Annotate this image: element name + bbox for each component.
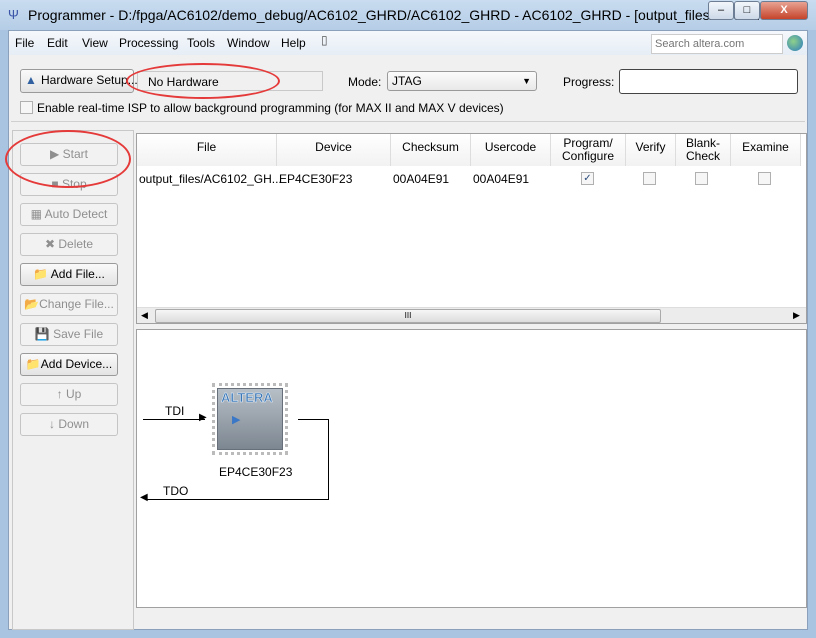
scrollbar-thumb[interactable]: III xyxy=(155,309,661,323)
verify-checkbox[interactable] xyxy=(643,172,656,185)
save-icon: 💾 xyxy=(34,327,50,341)
delete-label: Delete xyxy=(58,237,94,251)
close-button[interactable]: X xyxy=(760,1,808,20)
tdi-label: TDI xyxy=(165,404,185,418)
save-file-label: Save File xyxy=(53,327,104,341)
auto-detect-label: Auto Detect xyxy=(44,207,108,221)
main-window: File Edit View Processing Tools Window H… xyxy=(5,30,808,630)
delete-icon: ✖ xyxy=(44,237,56,251)
change-file-icon: 📂 xyxy=(24,297,40,311)
annotation-circle-hardware xyxy=(126,63,280,99)
chevron-down-icon: ▼ xyxy=(522,76,531,86)
row-file[interactable]: output_files/AC6102_GH... xyxy=(139,172,282,186)
scroll-right-icon[interactable]: ▶ xyxy=(793,310,800,321)
col-program[interactable]: Program/ Configure xyxy=(551,134,626,166)
add-device-label: Add Device... xyxy=(40,357,113,371)
delete-button[interactable]: ✖ Delete xyxy=(20,233,118,256)
menu-file[interactable]: File xyxy=(15,36,34,50)
window-title: Programmer - D:/fpga/AC6102/demo_debug/A… xyxy=(28,7,761,23)
jtag-chain-panel: TDI ▶ ALTERA ▶ EP4CE30F23 ◀ TDO xyxy=(136,329,807,608)
hardware-icon: ▲ xyxy=(25,73,37,87)
divider xyxy=(11,121,805,122)
menu-processing[interactable]: Processing xyxy=(119,36,178,50)
hardware-setup-label: Hardware Setup... xyxy=(41,73,138,87)
blank-check-checkbox[interactable] xyxy=(695,172,708,185)
search-input[interactable] xyxy=(651,34,783,54)
progress-label: Progress: xyxy=(563,75,615,89)
program-checkbox[interactable]: ✓ xyxy=(581,172,594,185)
col-device[interactable]: Device xyxy=(277,134,391,166)
tdo-label: TDO xyxy=(163,484,189,498)
row-usercode: 00A04E91 xyxy=(473,172,530,186)
col-examine[interactable]: Examine xyxy=(731,134,801,166)
add-device-icon: 📁 xyxy=(25,357,41,371)
scroll-left-icon[interactable]: ◀ xyxy=(141,310,148,321)
menu-view[interactable]: View xyxy=(82,36,108,50)
col-blank-check[interactable]: Blank- Check xyxy=(676,134,731,166)
play-icon: ▶ xyxy=(232,414,241,426)
auto-detect-icon: ▦ xyxy=(30,207,42,221)
menu-bar: File Edit View Processing Tools Window H… xyxy=(9,31,807,55)
down-button[interactable]: ↓ Down xyxy=(20,413,118,436)
col-verify[interactable]: Verify xyxy=(626,134,676,166)
isp-label: Enable real-time ISP to allow background… xyxy=(37,101,504,115)
progress-bar xyxy=(619,69,798,94)
add-device-button[interactable]: 📁Add Device... xyxy=(20,353,118,376)
mode-label: Mode: xyxy=(348,75,382,89)
app-icon: Ψ xyxy=(8,7,19,22)
change-file-button[interactable]: 📂Change File... xyxy=(20,293,118,316)
altera-logo: ALTERA xyxy=(221,390,273,406)
down-label: Down xyxy=(58,417,90,431)
row-device: EP4CE30F23 xyxy=(279,172,353,186)
hardware-setup-button[interactable]: ▲ Hardware Setup... xyxy=(20,69,138,93)
down-arrow-icon: ↓ xyxy=(48,417,55,431)
menu-help[interactable]: Help xyxy=(281,36,306,50)
up-button[interactable]: ↑ Up xyxy=(20,383,118,406)
annotation-circle-start xyxy=(5,130,131,188)
mode-value: JTAG xyxy=(392,74,422,88)
menu-window[interactable]: Window xyxy=(227,36,270,50)
maximize-button[interactable]: □ xyxy=(734,1,760,20)
add-file-label: Add File... xyxy=(50,267,105,281)
auto-detect-button[interactable]: ▦ Auto Detect xyxy=(20,203,118,226)
title-bar: Ψ Programmer - D:/fpga/AC6102/demo_debug… xyxy=(0,0,816,30)
tdo-line-bottom xyxy=(145,499,329,500)
globe-icon[interactable] xyxy=(787,35,803,51)
col-file[interactable]: File xyxy=(137,134,277,166)
device-chip[interactable]: ALTERA ▶ xyxy=(212,383,288,455)
menu-edit[interactable]: Edit xyxy=(47,36,68,50)
change-file-label: Change File... xyxy=(39,297,114,311)
horizontal-scrollbar[interactable]: ◀ III ▶ xyxy=(137,307,806,323)
save-file-button[interactable]: 💾 Save File xyxy=(20,323,118,346)
examine-checkbox[interactable] xyxy=(758,172,771,185)
tdi-arrow-icon: ▶ xyxy=(199,412,207,423)
folder-icon: 📁 xyxy=(33,267,49,281)
col-usercode[interactable]: Usercode xyxy=(471,134,551,166)
device-label: EP4CE30F23 xyxy=(219,465,293,479)
isp-checkbox[interactable] xyxy=(20,101,33,114)
minimize-button[interactable]: – xyxy=(708,1,734,20)
mode-select[interactable]: JTAG ▼ xyxy=(387,71,537,91)
up-label: Up xyxy=(66,387,82,401)
up-arrow-icon: ↑ xyxy=(56,387,63,401)
file-table: File Device Checksum Usercode Program/ C… xyxy=(136,133,807,324)
menu-tools[interactable]: Tools xyxy=(187,36,215,50)
col-checksum[interactable]: Checksum xyxy=(391,134,471,166)
feedback-icon[interactable]: ▯ xyxy=(321,33,328,47)
tdi-line xyxy=(143,419,205,420)
row-checksum: 00A04E91 xyxy=(393,172,450,186)
add-file-button[interactable]: 📁 Add File... xyxy=(20,263,118,286)
tdo-line-top xyxy=(298,419,329,420)
tdo-line-vertical xyxy=(328,419,329,499)
tdo-arrow-icon: ◀ xyxy=(140,492,148,503)
